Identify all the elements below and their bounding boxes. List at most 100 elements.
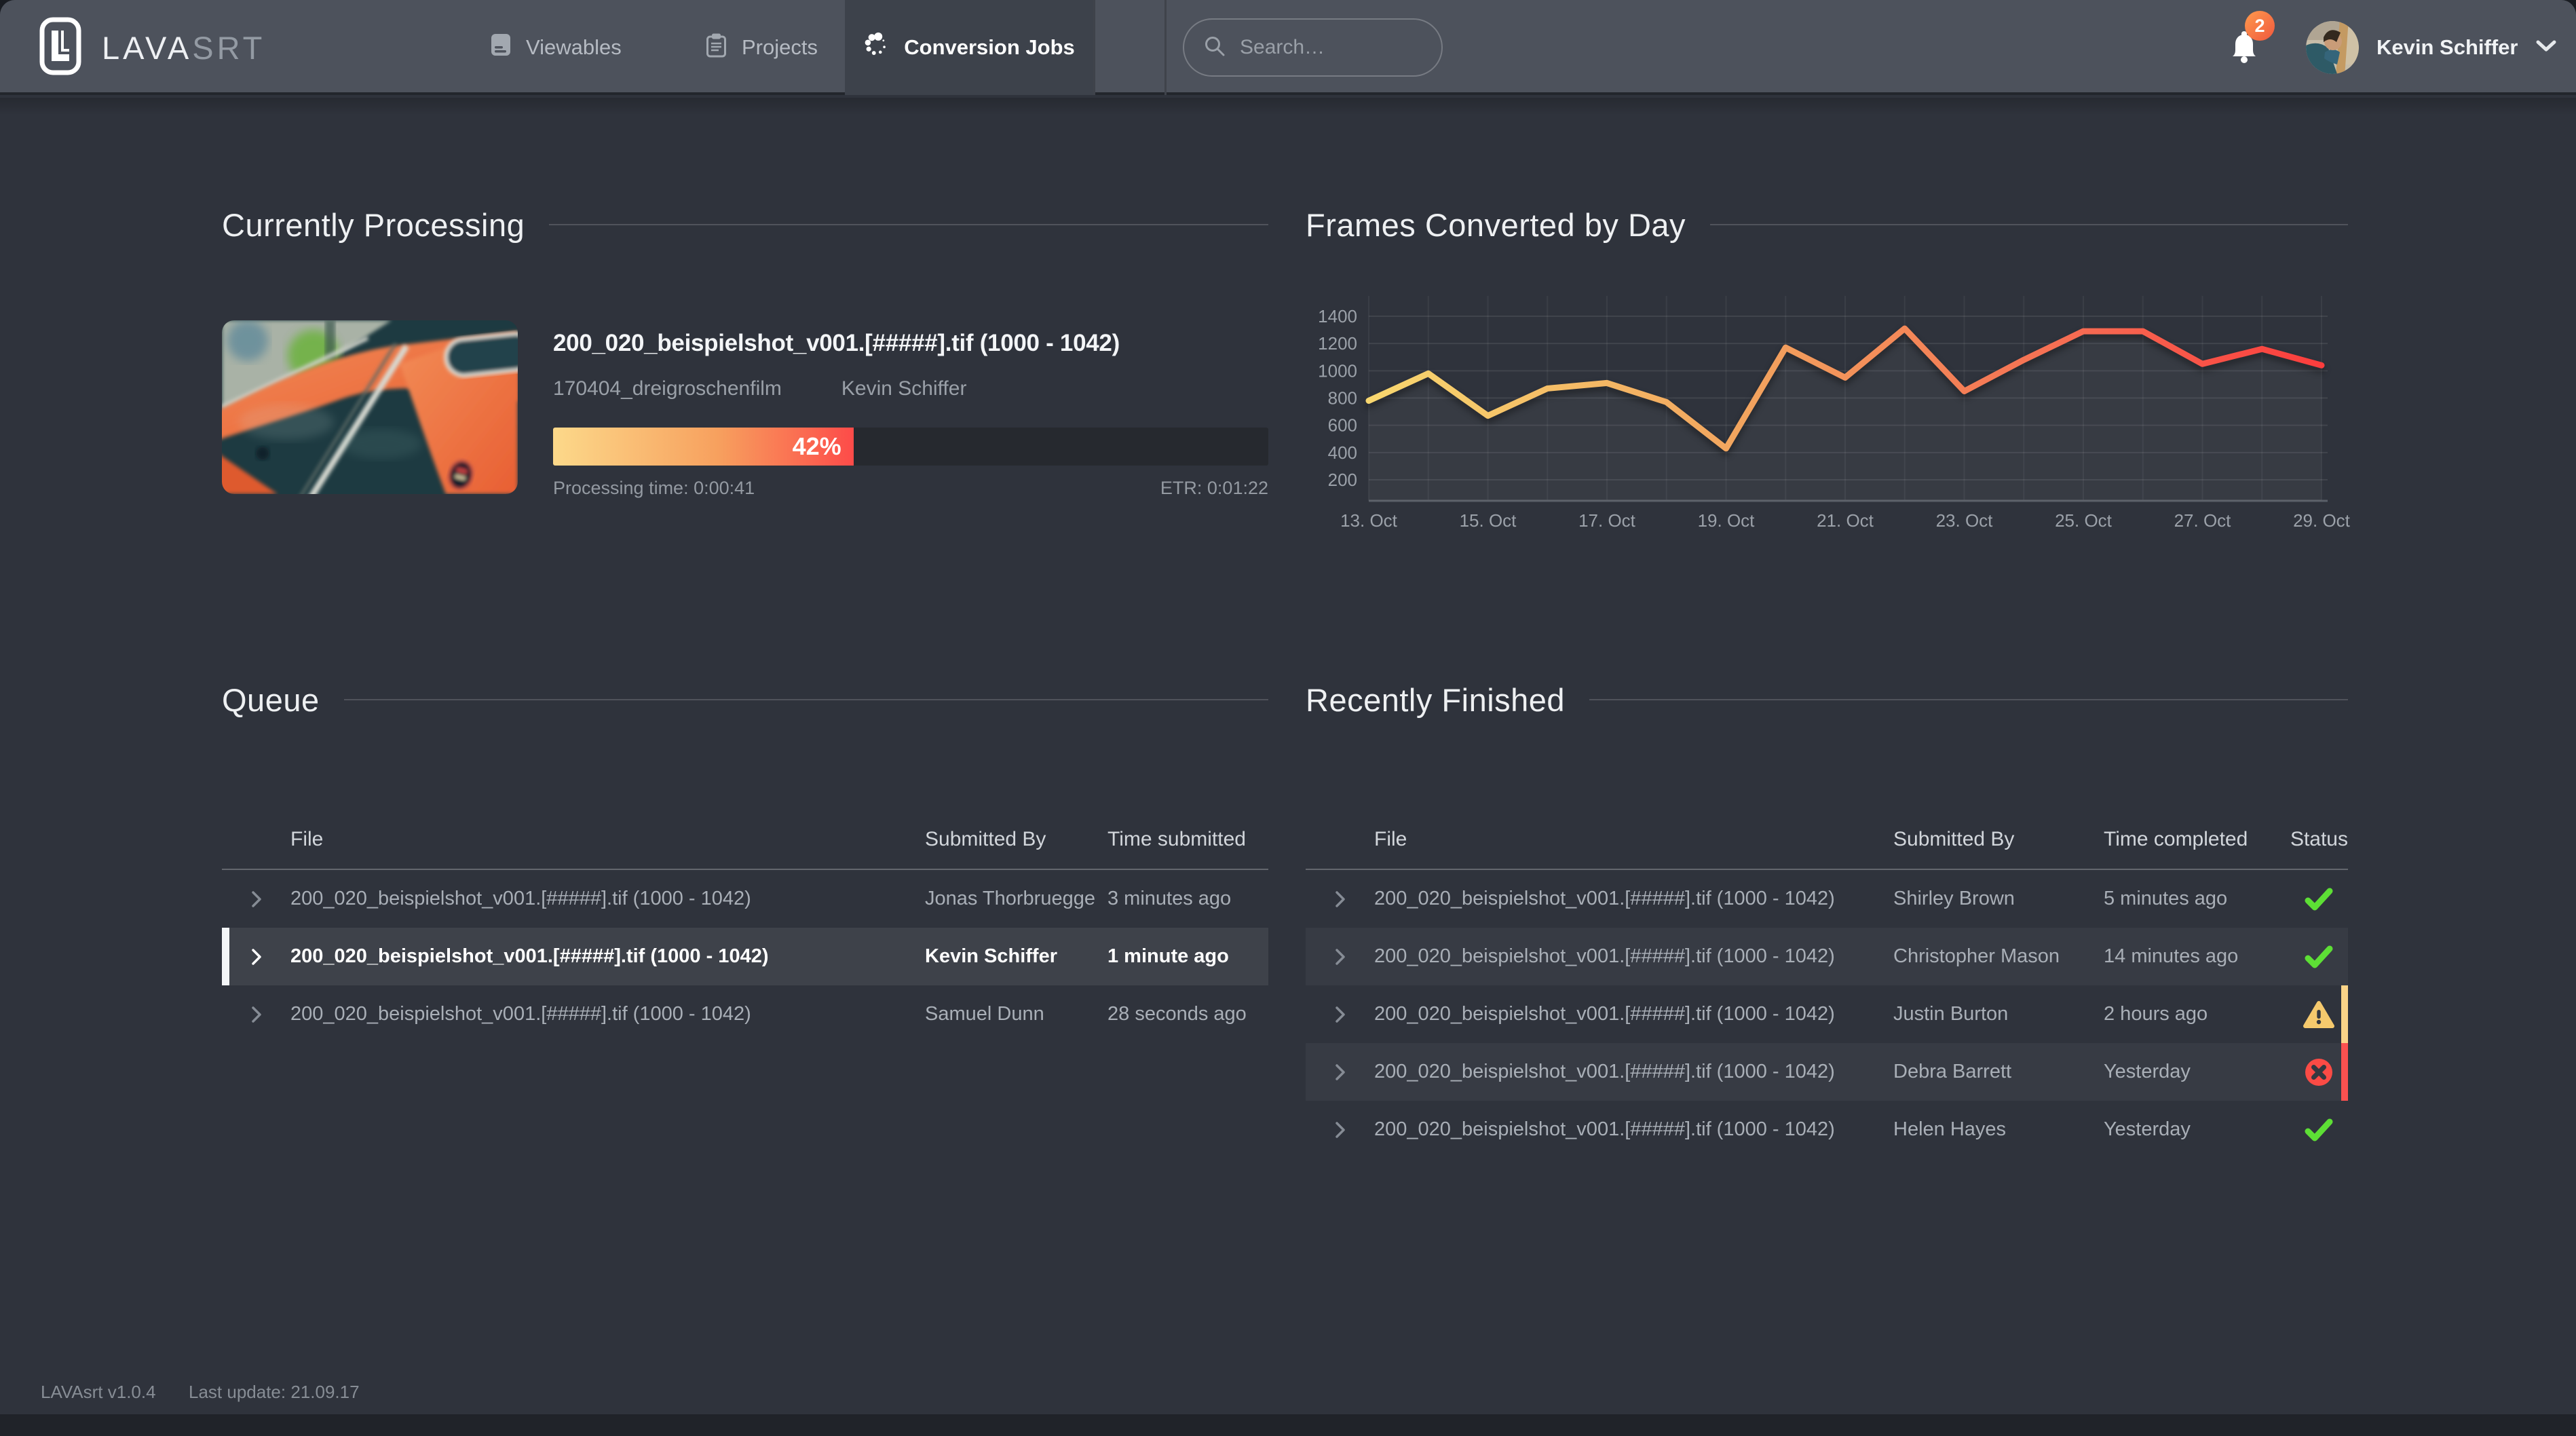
recently-finished-section: Recently Finished File Submitted By Time… <box>1306 679 2348 1158</box>
row-submitted-by: Helen Hayes <box>1893 1118 2104 1141</box>
search-box <box>1183 18 1443 77</box>
svg-text:1400: 1400 <box>1318 306 1357 326</box>
user-name: Kevin Schiffer <box>2376 35 2518 60</box>
table-row[interactable]: 200_020_beispielshot_v001.[#####].tif (1… <box>1306 1101 2348 1158</box>
row-time: 28 seconds ago <box>1107 1003 1268 1025</box>
tab-conversion-jobs[interactable]: Conversion Jobs <box>845 0 1093 95</box>
chevron-down-icon <box>2535 39 2557 56</box>
svg-text:27. Oct: 27. Oct <box>2174 510 2232 531</box>
table-row[interactable]: 200_020_beispielshot_v001.[#####].tif (1… <box>1306 870 2348 928</box>
brand-name: LAVASRT <box>102 29 265 67</box>
row-time: Yesterday <box>2104 1061 2289 1083</box>
processing-thumbnail-image <box>222 320 518 494</box>
row-submitted-by: Debra Barrett <box>1893 1061 2104 1083</box>
row-expand-chevron-icon[interactable] <box>1306 947 1374 966</box>
table-row[interactable]: 200_020_beispielshot_v001.[#####].tif (1… <box>1306 985 2348 1043</box>
app-version-label: LAVAsrt v1.0.4 <box>41 1382 156 1403</box>
row-submitted-by: Kevin Schiffer <box>925 945 1107 968</box>
row-expand-chevron-icon[interactable] <box>222 890 290 909</box>
check-icon <box>2304 1118 2334 1142</box>
row-file-name: 200_020_beispielshot_v001.[#####].tif (1… <box>290 1003 925 1025</box>
viewables-icon <box>491 33 511 62</box>
svg-text:17. Oct: 17. Oct <box>1578 510 1636 531</box>
frames-converted-line-chart: 20040060080010001200140013. Oct15. Oct17… <box>1306 296 2364 547</box>
notifications-button[interactable]: 2 <box>2207 0 2281 95</box>
notification-count-badge: 2 <box>2245 11 2275 41</box>
check-icon <box>2304 945 2334 969</box>
svg-text:200: 200 <box>1328 470 1357 490</box>
row-expand-chevron-icon[interactable] <box>222 1005 290 1024</box>
row-expand-chevron-icon[interactable] <box>1306 1063 1374 1082</box>
navbar-separator <box>1164 0 1167 95</box>
svg-text:800: 800 <box>1328 388 1357 409</box>
svg-text:1200: 1200 <box>1318 333 1357 354</box>
row-expand-chevron-icon[interactable] <box>1306 1005 1374 1024</box>
column-header-status: Status <box>2289 828 2348 851</box>
row-file-name: 200_020_beispielshot_v001.[#####].tif (1… <box>290 888 925 910</box>
processing-submitter-name: Kevin Schiffer <box>841 377 967 400</box>
projects-icon <box>706 33 727 63</box>
table-row[interactable]: 200_020_beispielshot_v001.[#####].tif (1… <box>222 985 1268 1043</box>
row-status <box>2289 1118 2348 1142</box>
column-header-file: File <box>1374 828 1893 851</box>
frames-chart-section: Frames Converted by Day 2004006008001000… <box>1306 204 2348 584</box>
progress-bar-fill: 42% <box>553 428 854 466</box>
row-time: 2 hours ago <box>2104 1003 2289 1025</box>
row-time: Yesterday <box>2104 1118 2289 1141</box>
row-expand-chevron-icon[interactable] <box>1306 890 1374 909</box>
user-menu[interactable]: Kevin Schiffer <box>2306 0 2557 95</box>
row-file-name: 200_020_beispielshot_v001.[#####].tif (1… <box>1374 945 1893 968</box>
column-header-submitted-by: Submitted By <box>925 828 1107 851</box>
tab-viewables[interactable]: Viewables <box>491 0 622 95</box>
etr-label: ETR: 0:01:22 <box>1160 478 1268 499</box>
app-window: LAVASRT Viewables <box>0 0 2576 1414</box>
processing-file-name: 200_020_beispielshot_v001.[#####].tif (1… <box>553 330 1268 357</box>
queue-section: Queue File Submitted By Time submitted 2… <box>222 679 1268 1043</box>
row-file-name: 200_020_beispielshot_v001.[#####].tif (1… <box>290 945 925 968</box>
warning-triangle-icon <box>2303 1000 2335 1029</box>
row-file-name: 200_020_beispielshot_v001.[#####].tif (1… <box>1374 1118 1893 1141</box>
window-bottom-band <box>0 1414 2576 1436</box>
row-expand-chevron-icon[interactable] <box>1306 1120 1374 1139</box>
row-status <box>2289 887 2348 911</box>
svg-text:15. Oct: 15. Oct <box>1460 510 1517 531</box>
row-submitted-by: Jonas Thorbruegge <box>925 888 1107 910</box>
column-header-time-completed: Time completed <box>2104 828 2289 851</box>
svg-text:25. Oct: 25. Oct <box>2055 510 2113 531</box>
brand[interactable]: LAVASRT <box>39 0 265 95</box>
table-row[interactable]: 200_020_beispielshot_v001.[#####].tif (1… <box>1306 1043 2348 1101</box>
svg-text:23. Oct: 23. Oct <box>1936 510 1994 531</box>
tab-projects[interactable]: Projects <box>706 0 818 95</box>
search-input[interactable] <box>1240 36 1432 59</box>
row-time: 14 minutes ago <box>2104 945 2289 968</box>
row-file-name: 200_020_beispielshot_v001.[#####].tif (1… <box>1374 888 1893 910</box>
table-row[interactable]: 200_020_beispielshot_v001.[#####].tif (1… <box>222 928 1268 985</box>
row-status <box>2289 1000 2348 1029</box>
section-rule <box>1710 224 2348 225</box>
table-row[interactable]: 200_020_beispielshot_v001.[#####].tif (1… <box>1306 928 2348 985</box>
recently-finished-table-body: 200_020_beispielshot_v001.[#####].tif (1… <box>1306 870 2348 1158</box>
recently-finished-table-header: File Submitted By Time completed Status <box>1306 828 2348 870</box>
svg-text:13. Oct: 13. Oct <box>1340 510 1398 531</box>
svg-text:29. Oct: 29. Oct <box>2293 510 2351 531</box>
section-rule <box>344 699 1268 700</box>
lava-logo-icon <box>39 16 81 79</box>
svg-text:1000: 1000 <box>1318 360 1357 381</box>
table-row[interactable]: 200_020_beispielshot_v001.[#####].tif (1… <box>222 870 1268 928</box>
tab-label: Projects <box>742 35 818 60</box>
navbar-shadow <box>0 98 2576 115</box>
row-submitted-by: Justin Burton <box>1893 1003 2104 1025</box>
row-time: 3 minutes ago <box>1107 888 1268 910</box>
section-rule <box>549 224 1268 225</box>
svg-text:21. Oct: 21. Oct <box>1817 510 1874 531</box>
row-time: 5 minutes ago <box>2104 888 2289 910</box>
section-title: Frames Converted by Day <box>1306 206 1686 244</box>
processing-project-name: 170404_dreigroschenfilm <box>553 377 782 400</box>
column-header-file: File <box>290 828 925 851</box>
row-file-name: 200_020_beispielshot_v001.[#####].tif (1… <box>1374 1061 1893 1083</box>
search-icon <box>1203 35 1226 61</box>
navbar-separator <box>1093 0 1095 95</box>
row-expand-chevron-icon[interactable] <box>222 947 290 966</box>
progress-bar: 42% <box>553 428 1268 466</box>
processing-time-label: Processing time: 0:00:41 <box>553 478 755 499</box>
